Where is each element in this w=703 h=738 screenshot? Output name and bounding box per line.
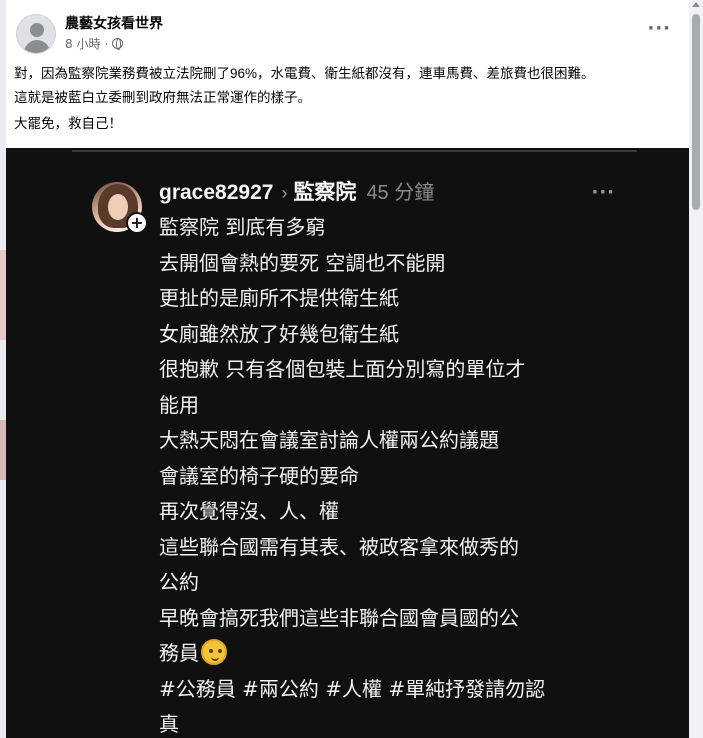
divider: [72, 150, 637, 152]
separator-dot: ·: [104, 36, 109, 51]
threads-text-line: 去開個會熱的要死 空調也不能開: [159, 250, 446, 275]
vertical-scrollbar[interactable]: [689, 0, 703, 738]
facebook-post: 農藝女孩看世界 8 小時 · ··· 對，因為監察院業務費被立法院刪了96%，水…: [6, 0, 689, 738]
chevron-right-icon: ›: [281, 183, 288, 203]
page-name-link[interactable]: 農藝女孩看世界: [65, 14, 163, 32]
post-meta: 農藝女孩看世界 8 小時 ·: [65, 14, 163, 52]
threads-text-line: 再次覺得沒、人、權: [159, 499, 339, 523]
post-subline: 8 小時 ·: [65, 35, 163, 52]
threads-text-line: 真: [159, 712, 179, 736]
post-header: 農藝女孩看世界 8 小時 ·: [16, 14, 163, 54]
threads-text-line: 早晚會搞死我們這些非聯合國會員國的公: [159, 605, 519, 630]
threads-text-line: 監察院 到底有多窮: [159, 215, 326, 239]
threads-topic: 監察院: [293, 181, 357, 204]
post-text-line: 對，因為監察院業務費被立法院刪了96%，水電費、衛生紙都沒有，連車馬費、差旅費也…: [14, 66, 595, 81]
threads-hashtags-line: #公務員 #兩公約 #人權 #單純抒發請勿認: [159, 676, 546, 701]
threads-text-line: 會議室的椅子硬的要命: [159, 463, 359, 488]
post-text-line: 大罷免，救自己！: [14, 116, 122, 131]
avatar-placeholder-head: [30, 23, 44, 37]
avatar-placeholder-body: [24, 40, 50, 53]
face-emoji-icon: [201, 639, 227, 665]
threads-text-line-with-emoji: 務員: [159, 636, 609, 672]
post-text: 對，因為監察院業務費被立法院刪了96%，水電費、衛生紙都沒有，連車馬費、差旅費也…: [14, 62, 595, 136]
threads-text-line: 大熱天悶在會議室討論人權兩公約議題: [159, 428, 499, 452]
post-timestamp[interactable]: 8 小時: [65, 35, 100, 52]
threads-text-line: 這些聯合國需有其表、被政客拿來做秀的: [159, 534, 519, 559]
avatar-face: [108, 194, 128, 220]
post-options-button[interactable]: ···: [647, 20, 671, 38]
threads-time: 45 分鐘: [366, 182, 435, 204]
threads-post-header: grace82927 › 監察院 45 分鐘: [159, 176, 434, 206]
plus-icon: +: [126, 212, 148, 234]
threads-text-segment: 務員: [159, 641, 199, 665]
threads-text-line: 能用: [159, 392, 199, 417]
post-text-line: 這就是被藍白立委刪到政府無法正常運作的樣子。: [14, 90, 311, 105]
page-avatar[interactable]: [16, 14, 56, 54]
threads-username: grace82927: [159, 181, 274, 204]
threads-text-line: 更扯的是廁所不提供衛生紙: [159, 286, 399, 310]
threads-text-line: 公約: [159, 570, 199, 594]
scroll-up-arrow-icon[interactable]: [692, 2, 700, 7]
scrollbar-thumb[interactable]: [692, 14, 700, 210]
threads-text-line: 很抱歉 只有各個包裝上面分別寫的單位才: [159, 357, 526, 381]
ellipsis-icon: ···: [591, 182, 615, 203]
globe-icon[interactable]: [112, 38, 124, 50]
post-image[interactable]: + grace82927 › 監察院 45 分鐘 ··· 監察院 到底有多窮 去…: [6, 148, 689, 738]
threads-text-line: 女廁雖然放了好幾包衛生紙: [159, 321, 399, 346]
threads-post-body: 監察院 到底有多窮 去開個會熱的要死 空調也不能開 更扯的是廁所不提供衛生紙 女…: [159, 210, 609, 738]
